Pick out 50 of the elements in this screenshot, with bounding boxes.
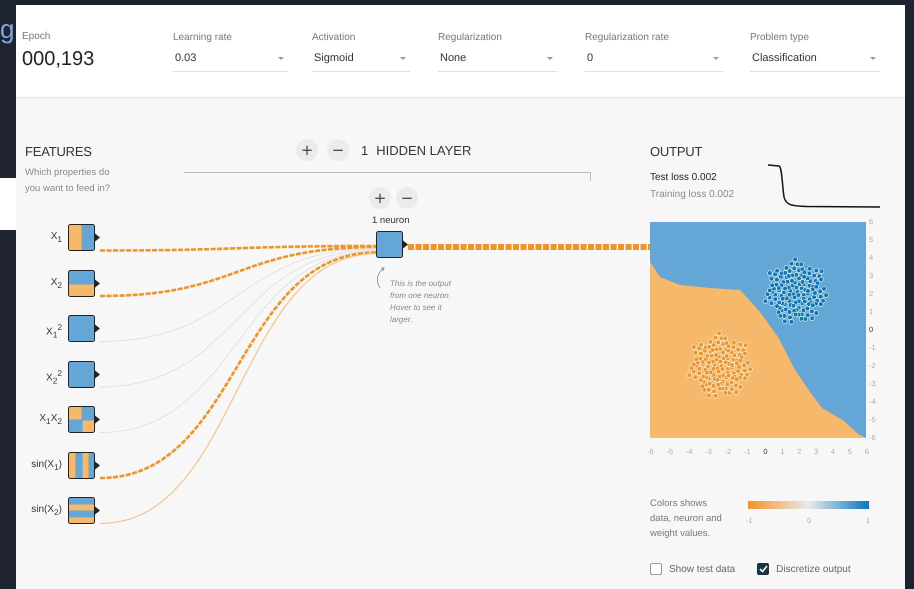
- test-loss: Test loss 0.002: [650, 172, 718, 183]
- checkbox[interactable]: [757, 563, 770, 575]
- neuron-node[interactable]: [376, 231, 408, 258]
- feature-node[interactable]: [68, 497, 100, 524]
- dropdown[interactable]: 0.03: [173, 52, 288, 72]
- feature-node[interactable]: [68, 315, 100, 342]
- feature-label: X$_{1}$: [50, 230, 62, 244]
- dropdown[interactable]: Sigmoid: [312, 52, 410, 72]
- caret-icon: [547, 56, 553, 60]
- dropdown-label: Problem type: [750, 32, 810, 43]
- training-loss: Training loss 0.002: [650, 189, 736, 200]
- feature-label: X$_{1}$X$_{2}$: [38, 412, 62, 426]
- dropdown[interactable]: Classification: [750, 52, 880, 72]
- section-title: OUTPUT: [650, 144, 704, 159]
- checkbox[interactable]: [650, 563, 662, 575]
- caret-icon: [400, 56, 406, 60]
- hint-text: This is the output from one neuron. Hover to see it larger.: [390, 278, 452, 326]
- dropdown-label: Regularization: [438, 32, 503, 43]
- dropdown-label: Regularization rate: [585, 32, 670, 43]
- section-title: FEATURES: [25, 144, 93, 159]
- dropdown-label: Activation: [312, 32, 356, 43]
- caret-icon: [278, 56, 284, 60]
- dropdown[interactable]: 0: [585, 52, 723, 72]
- add-neuron-button[interactable]: +: [369, 187, 391, 209]
- add-layer-button[interactable]: +: [296, 139, 318, 161]
- epoch-label: Epoch: [22, 31, 52, 42]
- caret-icon: [713, 56, 719, 60]
- background-text: g: [0, 16, 16, 42]
- feature-node[interactable]: [68, 406, 100, 433]
- feature-label: sin(X$_{1}$): [30, 458, 62, 472]
- layer-count: 1: [361, 142, 368, 158]
- remove-neuron-button[interactable]: −: [396, 187, 418, 209]
- feature-node[interactable]: [68, 360, 100, 388]
- epoch-counter: 000,193: [22, 48, 96, 71]
- remove-layer-button[interactable]: −: [327, 139, 349, 161]
- legend-caption: Colors shows data, neuron and weight values.: [650, 497, 723, 541]
- pointer-arrow: [376, 268, 385, 288]
- neuron-count: 1 neuron: [372, 215, 411, 226]
- dropdown[interactable]: None: [438, 52, 557, 72]
- caret-icon: [870, 56, 876, 60]
- feature-label: sin(X$_{2}$): [30, 503, 62, 517]
- feature-label: X$_{2}$: [50, 276, 62, 290]
- feature-node[interactable]: [68, 270, 100, 296]
- section-title: HIDDEN LAYER: [376, 142, 472, 158]
- checkbox-label: Discretize output: [776, 564, 851, 574]
- feature-node[interactable]: [68, 224, 100, 251]
- feature-node[interactable]: [68, 452, 100, 478]
- section-subtitle: Which properties do you want to feed in?: [25, 166, 112, 196]
- dropdown-label: Learning rate: [173, 32, 233, 43]
- checkbox-label: Show test data: [669, 564, 736, 574]
